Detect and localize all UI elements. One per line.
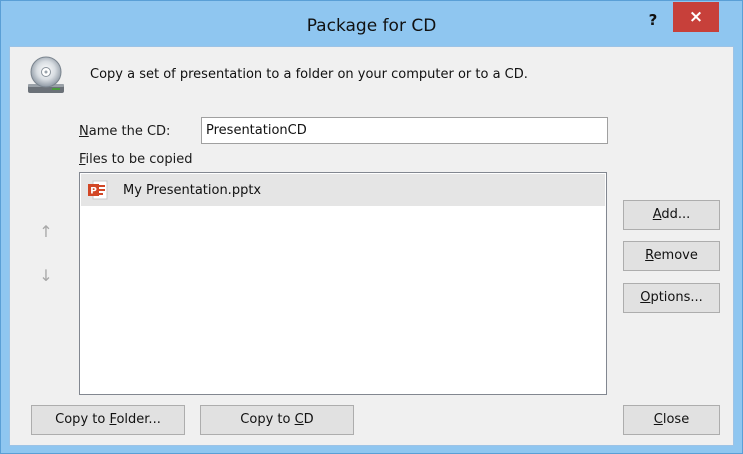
remove-button[interactable]: Remove: [623, 241, 720, 271]
options-button-label: ptions...: [650, 290, 703, 305]
move-down-button[interactable]: ↓: [35, 265, 57, 287]
copy-to-cd-mnemonic: C: [294, 412, 304, 427]
list-item[interactable]: P My Presentation.pptx: [81, 174, 605, 206]
files-label-text: iles to be copied: [85, 152, 193, 167]
package-for-cd-dialog: Package for CD ? × Copy a set of present…: [0, 0, 743, 454]
dialog-description: Copy a set of presentation to a folder o…: [90, 67, 528, 82]
svg-text:P: P: [90, 187, 97, 197]
powerpoint-file-icon: P: [88, 180, 108, 200]
add-button-label: dd...: [661, 207, 691, 222]
remove-button-mnemonic: R: [645, 248, 654, 263]
copy-to-cd-button[interactable]: Copy to CD: [200, 405, 354, 435]
cd-drive-icon: [28, 56, 64, 93]
close-button-label: lose: [662, 412, 690, 427]
remove-button-label: emove: [653, 248, 698, 263]
cd-name-label-mnemonic: N: [79, 124, 89, 139]
copy-to-cd-label-end: D: [303, 412, 314, 427]
cd-name-label-text: ame the CD:: [88, 124, 171, 139]
files-list[interactable]: P My Presentation.pptx: [79, 172, 607, 395]
dialog-title: Package for CD: [306, 16, 437, 36]
close-button[interactable]: Close: [623, 405, 720, 435]
move-up-button[interactable]: ↑: [35, 221, 57, 243]
copy-to-folder-label-start: Copy to: [55, 412, 110, 427]
cd-name-input[interactable]: [201, 117, 608, 144]
options-button[interactable]: Options...: [623, 283, 720, 313]
files-to-copy-label: Files to be copied: [79, 152, 192, 167]
cd-name-label: Name the CD:: [79, 124, 170, 139]
file-name: My Presentation.pptx: [123, 182, 262, 198]
add-button[interactable]: Add...: [623, 200, 720, 230]
copy-to-cd-label-start: Copy to: [240, 412, 295, 427]
help-button[interactable]: ?: [640, 9, 666, 31]
copy-to-folder-button[interactable]: Copy to Folder...: [31, 405, 185, 435]
copy-to-folder-label-end: older...: [116, 412, 161, 427]
close-button-mnemonic: C: [653, 412, 663, 427]
title-bar[interactable]: Package for CD ? ×: [1, 1, 742, 45]
dialog-body: Copy a set of presentation to a folder o…: [9, 46, 734, 446]
close-window-button[interactable]: ×: [673, 2, 719, 32]
options-button-mnemonic: O: [640, 290, 651, 305]
